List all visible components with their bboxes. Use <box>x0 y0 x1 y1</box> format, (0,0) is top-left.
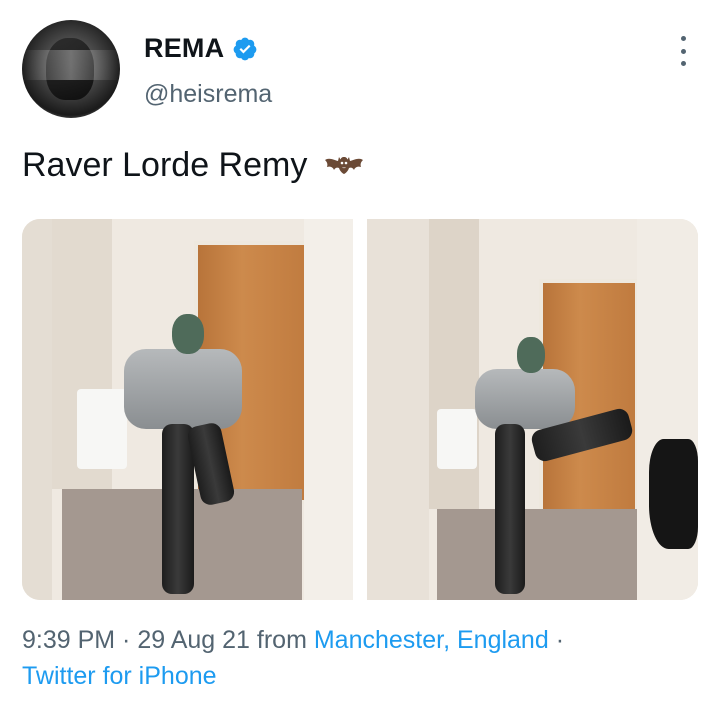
author-name-row: REMA <box>144 33 258 64</box>
person-head <box>517 337 545 373</box>
avatar-blur-streak <box>22 50 120 80</box>
bat-emoji-icon <box>325 156 364 174</box>
person-leg-left <box>495 424 525 594</box>
tweet-text: Raver Lorde Remy <box>22 146 369 185</box>
media-grid <box>22 219 698 600</box>
side-wall <box>304 219 353 600</box>
more-dot <box>680 48 686 54</box>
tweet-time[interactable]: 9:39 PM <box>22 626 115 654</box>
tweet-photo-2[interactable] <box>367 219 698 600</box>
bed <box>437 409 477 469</box>
author-avatar[interactable] <box>22 20 120 118</box>
tweet-source-link[interactable]: Twitter for iPhone <box>22 662 217 690</box>
mirror-frame <box>367 219 429 600</box>
more-dot <box>680 61 686 66</box>
author-name[interactable]: REMA <box>144 33 224 64</box>
author-handle[interactable]: @heisrema <box>144 80 272 109</box>
more-options-icon[interactable] <box>672 36 694 66</box>
person-head <box>172 314 204 354</box>
puffer-jacket <box>124 349 242 429</box>
tweet-metadata: 9:39 PM · 29 Aug 21 from Manchester, Eng… <box>22 622 702 694</box>
tweet-photo-1[interactable] <box>22 219 353 600</box>
verified-badge-icon <box>233 37 257 60</box>
puffer-jacket <box>475 369 575 429</box>
person-leg-left <box>162 424 194 594</box>
tweet-date[interactable]: 29 Aug 21 <box>137 626 250 654</box>
floor <box>437 509 637 600</box>
meta-separator: · <box>548 626 565 654</box>
tweet-location-link[interactable]: Manchester, England <box>314 626 549 654</box>
tweet-text-content: Raver Lorde Remy <box>22 146 308 184</box>
boot <box>649 439 698 549</box>
bed <box>77 389 127 469</box>
meta-separator: · <box>115 626 138 654</box>
meta-from: from <box>249 626 314 654</box>
mirror-frame <box>22 219 52 600</box>
more-dot <box>680 36 686 41</box>
